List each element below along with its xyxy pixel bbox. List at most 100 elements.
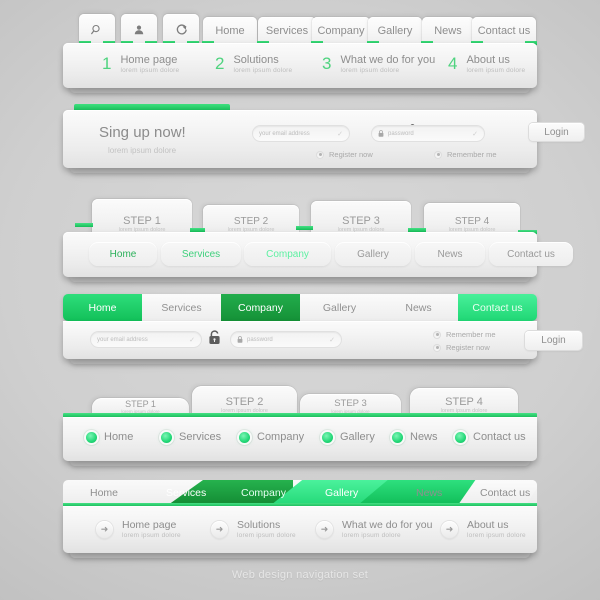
row6-navbar: Home Services Company Gallery News Conta…	[63, 480, 537, 505]
row1-tab-home[interactable]: Home	[202, 17, 257, 45]
row5-nav-company[interactable]: Company	[239, 431, 304, 443]
status-led-icon	[322, 431, 333, 443]
row3-step-title: STEP 2	[233, 216, 269, 227]
row4-email-input[interactable]: your email address ✓	[91, 332, 201, 347]
row2-radio-remember[interactable]: Remember me	[434, 150, 497, 159]
row6-nav-gallery-label[interactable]: Gallery	[325, 480, 358, 505]
row5-nav-label: News	[410, 431, 438, 443]
row5-nav-home[interactable]: Home	[86, 431, 133, 443]
row6-nav-news-label[interactable]: News	[416, 480, 442, 505]
row2-login-button[interactable]: Login	[529, 123, 584, 141]
row5-nav-contact[interactable]: Contact us	[455, 431, 526, 443]
status-led-icon	[239, 431, 250, 443]
row1-item[interactable]: 3 What we do for you lorem ipsum dolore	[322, 54, 435, 74]
row2-subline: lorem ipsum dolore	[108, 146, 177, 155]
row1-panel: 1 Home page lorem ipsum dolore 2 Solutio…	[63, 43, 537, 93]
row6-nav-label: Company	[241, 486, 286, 499]
row2-password-input[interactable]: password ✓	[372, 126, 484, 141]
check-icon: ✓	[472, 130, 478, 138]
row2-headline: Sing up now!	[99, 124, 186, 141]
row6-nav-label: Home	[90, 486, 119, 499]
row4-nav-company[interactable]: Company	[221, 294, 300, 321]
row1-item[interactable]: 4 About us lorem ipsum dolore	[448, 54, 525, 74]
row3-nav-home[interactable]: Home	[89, 242, 157, 266]
row3-nav-news[interactable]: News	[415, 242, 485, 266]
row4-radio-remember[interactable]: Remember me	[433, 330, 496, 339]
row2-radio-register[interactable]: Register now	[316, 150, 373, 159]
row6-nav-home[interactable]: Home	[90, 480, 118, 505]
row4-radio-register[interactable]: Register now	[433, 343, 490, 352]
row4-password-input[interactable]: password ✓	[231, 332, 341, 347]
radio-dot-icon	[433, 330, 441, 339]
row6-nav-company-label[interactable]: Company	[241, 480, 286, 505]
row4-nav-label: Company	[238, 301, 283, 314]
row6-panel: ➜ Home page lorem ipsum dolore ➜ Solutio…	[63, 506, 537, 558]
unlock-icon[interactable]	[208, 330, 221, 345]
row4-login-button[interactable]: Login	[525, 331, 582, 350]
row6-item[interactable]: ➜ About us lorem ipsum dolore	[441, 519, 526, 539]
row1-tab-contact[interactable]: Contact us	[471, 17, 537, 45]
row1-item[interactable]: 1 Home page lorem ipsum dolore	[102, 54, 179, 74]
row2-radio-label: Register now	[329, 150, 373, 159]
row3-nav-contact[interactable]: Contact us	[489, 242, 573, 266]
row4-nav-gallery[interactable]: Gallery	[300, 294, 379, 321]
row5-nav-label: Gallery	[340, 431, 375, 443]
row4-password-placeholder: password	[247, 336, 273, 343]
row1-tab-label: Home	[215, 25, 245, 37]
row5-nav-news[interactable]: News	[392, 431, 438, 443]
row6-item[interactable]: ➜ Solutions lorem ipsum dolore	[211, 519, 296, 539]
row1-tab-label: Contact us	[477, 25, 531, 37]
row3-nav-label: Contact us	[507, 248, 555, 260]
row1-tab-news[interactable]: News	[421, 17, 474, 45]
row1-item-number: 2	[215, 54, 225, 73]
row6-item-sub: lorem ipsum dolore	[122, 532, 181, 539]
row4-nav-services[interactable]: Services	[142, 294, 221, 321]
row1-item-number: 1	[102, 54, 112, 73]
row6-item-sub: lorem ipsum dolore	[237, 532, 296, 539]
row1-tab-label: Company	[317, 25, 365, 37]
icon-tab-user[interactable]	[121, 14, 157, 45]
row1-tab-label: News	[434, 25, 462, 37]
check-icon: ✓	[329, 336, 335, 344]
row3-step-3[interactable]: STEP 3 lorem ipsum dolore	[311, 201, 411, 236]
arrow-right-icon: ➜	[441, 520, 458, 538]
row2-email-input[interactable]: your email address ✓	[253, 126, 349, 141]
row2-panel: Sing up now! lorem ipsum dolore your ema…	[63, 110, 584, 173]
row4-nav-home[interactable]: Home	[63, 294, 142, 321]
row6-item-sub: lorem ipsum dolore	[342, 532, 401, 539]
row3-nav-label: Gallery	[357, 248, 389, 260]
row6-item[interactable]: ➜ Home page lorem ipsum dolore	[96, 519, 181, 539]
row5-step-title: STEP 3	[334, 398, 367, 409]
row3-nav-label: Services	[181, 248, 221, 260]
row6-item[interactable]: ➜ What we do for you lorem ipsum dolore	[316, 519, 432, 539]
row3-nav-services[interactable]: Services	[161, 242, 241, 266]
icon-tab-search[interactable]	[79, 14, 115, 45]
row6-nav-services-label[interactable]: Services	[166, 480, 206, 505]
row1-tab-services[interactable]: Services	[257, 17, 316, 45]
row1-item-sub: lorem ipsum dolore	[120, 67, 180, 74]
row5-nav-gallery[interactable]: Gallery	[322, 431, 375, 443]
row4-panel: your email address ✓ password ✓ Remember…	[63, 321, 582, 364]
row4-email-placeholder: your email address	[97, 336, 148, 343]
row1-item[interactable]: 2 Solutions lorem ipsum dolore	[215, 54, 292, 74]
lock-small-icon	[378, 130, 384, 137]
row5-nav-label: Services	[179, 431, 222, 443]
row3-green-seg	[296, 226, 313, 230]
row3-step-title: STEP 1	[123, 215, 161, 227]
row1-tab-company[interactable]: Company	[311, 17, 370, 45]
icon-tab-refresh[interactable]	[163, 14, 199, 45]
row6-nav-contact-label[interactable]: Contact us	[480, 480, 530, 505]
row1-item-sub: lorem ipsum dolore	[233, 67, 293, 74]
row5-panel: Home Services Company Gallery News Conta…	[63, 417, 537, 466]
row3-step-1[interactable]: STEP 1 lorem ipsum dolore	[92, 199, 192, 236]
row6-nav-label: Services	[166, 486, 207, 499]
row4-nav-label: Contact us	[472, 301, 523, 314]
row1-item-title: Solutions	[233, 54, 279, 66]
row3-nav-company[interactable]: Company	[244, 242, 331, 266]
row4-navbar: Home Services Company Gallery News Conta…	[63, 294, 537, 321]
row4-nav-contact[interactable]: Contact us	[458, 294, 537, 321]
row3-nav-gallery[interactable]: Gallery	[335, 242, 411, 266]
row5-nav-services[interactable]: Services	[161, 431, 221, 443]
row4-nav-news[interactable]: News	[379, 294, 458, 321]
row1-tab-gallery[interactable]: Gallery	[367, 17, 422, 45]
